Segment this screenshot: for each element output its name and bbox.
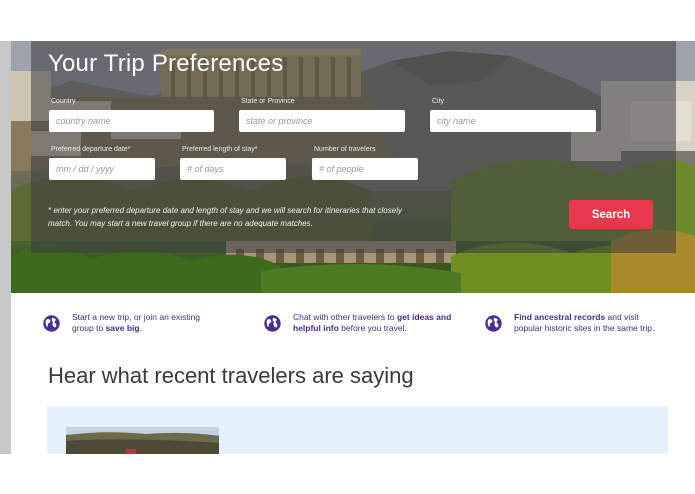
length-label: Preferred length of stay* <box>182 146 258 153</box>
feature-text: . <box>139 323 142 333</box>
feature-text: before you travel. <box>338 323 407 333</box>
testimonials-heading: Hear what recent travelers are saying <box>48 363 414 388</box>
city-label: City <box>432 98 445 105</box>
departure-date-input[interactable] <box>49 158 155 180</box>
state-input[interactable] <box>239 110 405 132</box>
feature-emphasis: save big <box>105 323 140 333</box>
bottom-blank-strip <box>0 454 695 494</box>
feature-start-trip: Start a new trip, or join an existing gr… <box>72 312 222 334</box>
travelers-label: Number of travelers <box>314 146 376 153</box>
search-note: * enter your preferred departure date an… <box>48 206 402 228</box>
globe-icon <box>43 315 60 332</box>
feature-text: Chat with other travelers to <box>293 312 397 322</box>
page-title: Your Trip Preferences <box>48 50 284 77</box>
country-label: Country <box>51 98 76 105</box>
testimonial-photo <box>66 427 219 454</box>
top-blank-strip <box>0 0 695 41</box>
globe-icon <box>485 315 502 332</box>
feature-emphasis: Find ancestral records <box>514 312 606 322</box>
city-input[interactable] <box>430 110 596 132</box>
length-of-stay-input[interactable] <box>180 158 286 180</box>
departure-label: Preferred departure date* <box>51 146 131 153</box>
feature-ancestral-records: Find ancestral records and visit popular… <box>514 312 669 334</box>
travelers-input[interactable] <box>312 158 418 180</box>
left-scroll-edge <box>0 41 11 454</box>
globe-icon <box>264 315 281 332</box>
country-input[interactable] <box>49 110 214 132</box>
search-button[interactable]: Search <box>569 200 653 229</box>
state-label: State or Province <box>241 98 295 105</box>
feature-chat: Chat with other travelers to get ideas a… <box>293 312 453 334</box>
